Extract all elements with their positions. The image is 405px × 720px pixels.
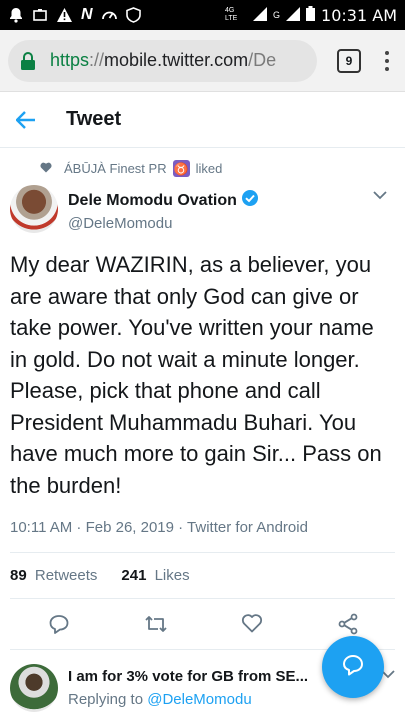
network-type-label: 4G LTE xyxy=(225,7,238,22)
url-path: /De xyxy=(248,50,277,70)
share-icon[interactable] xyxy=(337,613,359,635)
retweets-count: 89 xyxy=(10,567,27,584)
url-separator: :// xyxy=(89,50,105,70)
heart-small-icon xyxy=(40,161,52,176)
url-scheme: https xyxy=(50,50,90,70)
taurus-emoji-icon: ♉ xyxy=(172,160,190,177)
tweet-stats: 89 Retweets 241 Likes xyxy=(10,553,395,599)
reply-icon[interactable] xyxy=(48,613,70,635)
n-app-icon: N xyxy=(81,6,93,23)
tweet-meta: 10:11 AM · Feb 26, 2019 · Twitter for An… xyxy=(10,519,395,553)
battery-outline-icon xyxy=(32,7,48,23)
likes-count: 241 xyxy=(121,567,147,584)
tweet-author: Dele Momodu Ovation @DeleMomodu xyxy=(10,185,395,233)
retweets-stat[interactable]: 89 Retweets xyxy=(10,567,97,584)
notification-bell-icon xyxy=(8,7,24,23)
url-host: mobile.twitter.com xyxy=(104,50,249,70)
replying-to: Replying to @DeleMomodu xyxy=(68,691,308,708)
retweet-icon[interactable] xyxy=(144,613,168,635)
page-header: Tweet xyxy=(0,92,405,148)
verified-badge-icon xyxy=(241,189,259,212)
display-name-row[interactable]: Dele Momodu Ovation xyxy=(68,189,259,212)
reply-display-name[interactable]: I am for 3% vote for GB from SE... xyxy=(68,668,308,685)
warning-icon xyxy=(56,7,73,23)
back-arrow-icon[interactable] xyxy=(0,110,52,129)
avatar[interactable] xyxy=(10,185,58,233)
replying-handle[interactable]: @DeleMomodu xyxy=(147,691,251,708)
lock-icon xyxy=(20,51,40,71)
liked-label: liked xyxy=(195,161,223,176)
likes-label: Likes xyxy=(154,567,190,584)
battery-icon xyxy=(306,6,316,24)
compose-reply-button[interactable] xyxy=(322,636,384,698)
heart-icon[interactable] xyxy=(241,613,263,635)
speed-gauge-icon xyxy=(101,7,118,23)
signal-strength-icon xyxy=(253,6,268,24)
overflow-menu-icon[interactable] xyxy=(377,50,397,71)
tweet-detail: ÁBŪJÀ Finest PR ♉ liked Dele Momodu Ovat… xyxy=(0,160,405,650)
chevron-down-icon[interactable] xyxy=(373,187,387,205)
status-bar: N 4G LTE G 10:31 AM xyxy=(0,0,405,30)
tab-switcher-button[interactable]: 9 xyxy=(337,48,361,73)
replying-prefix: Replying to xyxy=(68,691,148,708)
reply-avatar[interactable] xyxy=(10,664,58,712)
network-type-label-2: G xyxy=(273,10,281,20)
retweets-label: Retweets xyxy=(34,567,98,584)
tweet-text: My dear WAZIRIN, as a believer, you are … xyxy=(10,252,382,498)
display-name: Dele Momodu Ovation xyxy=(68,191,237,209)
social-context: ÁBŪJÀ Finest PR ♉ liked xyxy=(40,160,395,177)
signal-strength-icon-2 xyxy=(286,6,301,24)
browser-toolbar: https://mobile.twitter.com/De 9 xyxy=(0,30,405,92)
user-handle[interactable]: @DeleMomodu xyxy=(68,215,259,232)
clock: 10:31 AM xyxy=(321,5,397,25)
shield-icon xyxy=(125,7,141,23)
likes-stat[interactable]: 241 Likes xyxy=(121,567,189,584)
address-bar[interactable]: https://mobile.twitter.com/De xyxy=(8,39,317,82)
page-title: Tweet xyxy=(66,108,122,130)
compose-reply-icon xyxy=(341,653,365,682)
liked-by-name[interactable]: ÁBŪJÀ Finest PR xyxy=(64,161,167,176)
